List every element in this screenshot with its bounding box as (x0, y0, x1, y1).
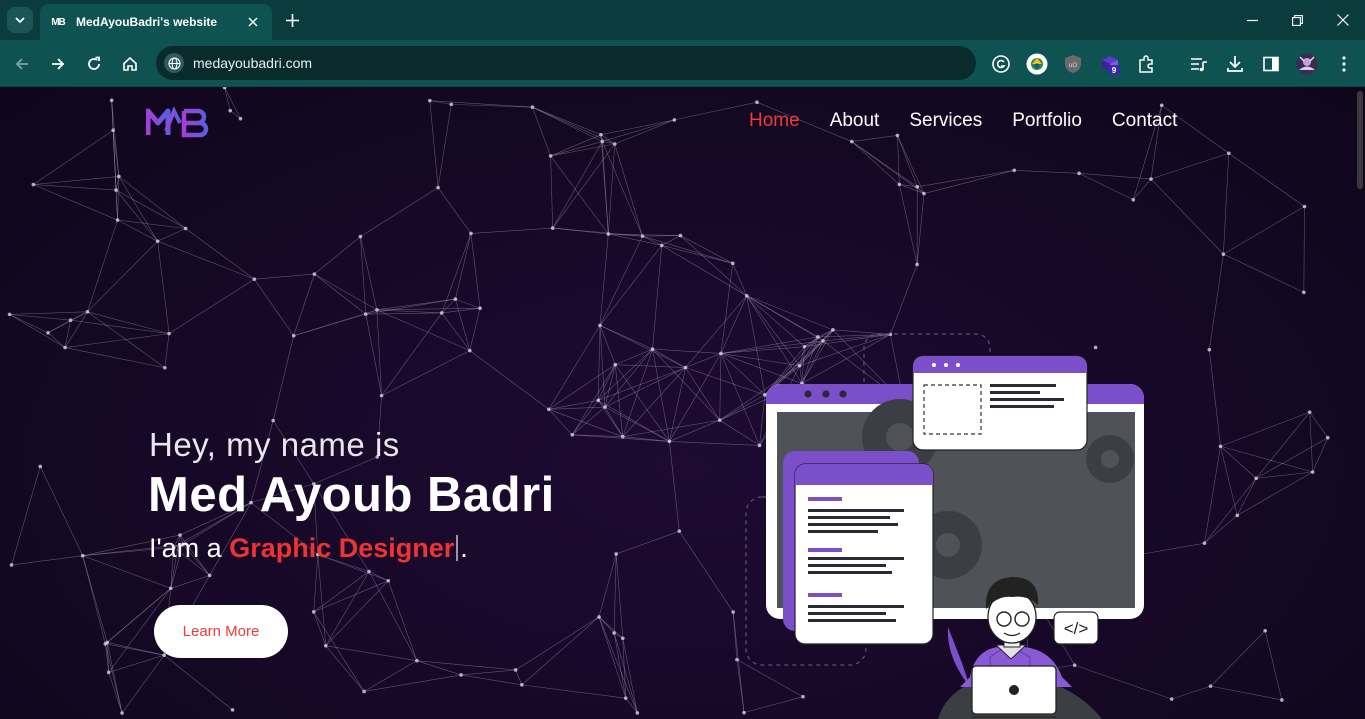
learn-more-button[interactable]: Learn More (154, 605, 288, 658)
tab-close-button[interactable] (244, 13, 262, 31)
nav-link-home[interactable]: Home (749, 110, 800, 132)
side-panel-icon (1263, 56, 1279, 72)
extension-purple[interactable]: 9 (1098, 52, 1122, 76)
grammarly-icon (992, 55, 1010, 73)
grammarly-extension[interactable] (989, 52, 1013, 76)
browser-menu-button[interactable] (1332, 52, 1356, 76)
reload-icon (88, 56, 100, 70)
ublock-extension[interactable]: uO (1061, 52, 1085, 76)
main-nav: Home About Services Portfolio Contact (749, 110, 1177, 132)
arrow-right-icon (52, 58, 65, 70)
plus-icon (285, 13, 299, 27)
code-tag-label: </> (1064, 619, 1089, 638)
back-button[interactable] (10, 52, 34, 76)
nav-link-services[interactable]: Services (909, 110, 982, 132)
extension-badge: 9 (1112, 66, 1117, 75)
tab-favicon: MB (51, 16, 66, 28)
svg-text:uO: uO (1069, 63, 1077, 69)
browser-toolbar: medayoubadri.com uO 9 (0, 40, 1365, 87)
home-button[interactable] (118, 52, 142, 76)
tab-title: MedAyouBadri's website (76, 15, 218, 29)
avatar-icon (1296, 53, 1318, 75)
site-logo[interactable] (146, 107, 210, 139)
reading-list-button[interactable] (1187, 52, 1211, 76)
site-info-button[interactable] (164, 53, 184, 73)
minimize-icon (1246, 19, 1258, 21)
reading-list-icon (1191, 58, 1207, 72)
page-scrollbar[interactable] (1355, 87, 1365, 719)
browser-tab-strip: MB MedAyouBadri's website (0, 0, 1365, 40)
role-suffix: . (460, 533, 468, 563)
shield-icon: uO (1065, 55, 1081, 73)
developer-illustration: </> (745, 333, 1144, 719)
tab-search-button[interactable] (7, 7, 33, 33)
extensions-button[interactable] (1134, 52, 1158, 76)
scrollbar-thumb[interactable] (1357, 91, 1363, 189)
palette-icon (1026, 53, 1048, 75)
arrow-left-icon (15, 58, 28, 70)
puzzle-icon (1139, 55, 1153, 73)
close-icon (248, 17, 258, 27)
side-panel-button[interactable] (1259, 52, 1283, 76)
hero-name: Med Ayoub Badri (148, 468, 555, 522)
download-icon (1227, 56, 1243, 72)
cube-icon: 9 (1102, 56, 1120, 75)
profile-avatar[interactable] (1295, 52, 1319, 76)
close-icon (1337, 14, 1349, 26)
downloads-button[interactable] (1223, 52, 1247, 76)
chevron-down-icon (15, 17, 25, 24)
hero-role: I'am a Graphic Designer. (149, 533, 468, 564)
address-bar[interactable]: medayoubadri.com (156, 46, 976, 80)
url-text: medayoubadri.com (193, 55, 313, 71)
role-highlight: Graphic Designer (229, 533, 455, 563)
hero-intro: Hey, my name is (149, 426, 400, 463)
typing-caret (456, 535, 459, 561)
forward-button[interactable] (46, 52, 70, 76)
close-window-button[interactable] (1333, 10, 1353, 30)
restore-icon (1291, 14, 1303, 26)
extension-color-picker[interactable] (1025, 52, 1049, 76)
nav-link-portfolio[interactable]: Portfolio (1012, 110, 1082, 132)
nav-link-about[interactable]: About (830, 110, 880, 132)
webpage: Home About Services Portfolio Contact Hey, m… (0, 87, 1365, 719)
role-prefix: I'am a (149, 533, 230, 563)
more-vertical-icon (1342, 56, 1346, 72)
new-tab-button[interactable] (282, 10, 302, 30)
globe-icon (167, 56, 181, 70)
browser-tab-active[interactable]: MB MedAyouBadri's website (40, 4, 272, 40)
nav-link-contact[interactable]: Contact (1112, 110, 1177, 132)
reload-button[interactable] (82, 52, 106, 76)
home-icon (123, 56, 137, 71)
minimize-button[interactable] (1242, 10, 1262, 30)
restore-button[interactable] (1287, 10, 1307, 30)
